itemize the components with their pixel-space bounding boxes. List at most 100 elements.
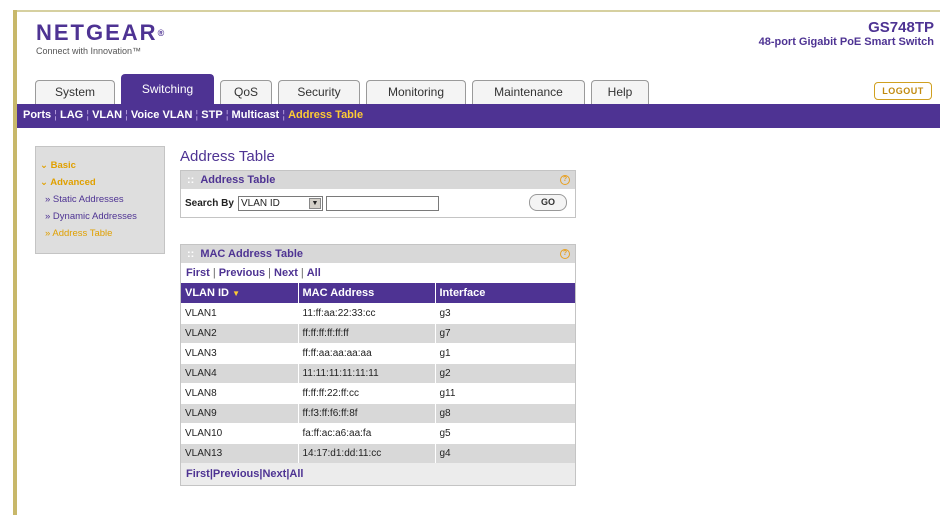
cell-interface: g11 — [434, 382, 575, 403]
go-button[interactable]: GO — [529, 194, 567, 211]
pager-previous[interactable]: Previous — [213, 468, 259, 480]
cell-interface: g1 — [434, 342, 575, 363]
subnav-separator: ¦ — [282, 109, 286, 121]
tab-qos[interactable]: QoS — [220, 80, 272, 104]
column-header-mac-address[interactable]: MAC Address — [297, 283, 435, 303]
chevron-down-icon: ⌄ — [40, 160, 51, 171]
search-row: Search By VLAN ID ▼ GO — [181, 189, 575, 217]
netgear-logo: NETGEAR® Connect with Innovation™ — [36, 21, 167, 57]
top-pager: First | Previous | Next | All — [186, 267, 321, 279]
pager-previous[interactable]: Previous — [219, 267, 265, 279]
subnav-separator: ¦ — [54, 109, 57, 121]
table-row: VLAN2 ff:ff:ff:ff:ff:ff g7 — [181, 322, 575, 343]
sub-navigation-bar: Ports ¦ LAG ¦ VLAN ¦ Voice VLAN ¦ STP ¦ Multicast ¦… — [17, 104, 940, 128]
top-divider — [17, 10, 940, 12]
pager-all[interactable]: All — [307, 267, 321, 279]
mac-panel-title: MAC Address Table — [200, 248, 304, 260]
cell-interface: g2 — [434, 362, 575, 383]
column-header-vlan-id[interactable]: VLAN ID ▼ — [181, 283, 298, 303]
cell-mac-address: ff:ff:ff:ff:ff:ff — [297, 322, 435, 343]
subnav-multicast[interactable]: Multicast — [232, 109, 280, 121]
tab-switching[interactable]: Switching — [121, 74, 214, 104]
table-body: VLAN1 11:ff:aa:22:33:cc g3 VLAN2 ff:ff:ff:ff… — [181, 302, 575, 463]
sidebar-basic[interactable]: ⌄ Basic — [40, 160, 160, 171]
model-name: GS748TP — [868, 19, 934, 36]
sort-down-icon: ▼ — [232, 288, 240, 298]
pager-first[interactable]: First — [186, 267, 210, 279]
cell-vlan-id: VLAN9 — [181, 402, 298, 423]
subnav-ports[interactable]: Ports — [23, 109, 51, 121]
subnav-vlan[interactable]: VLAN — [92, 109, 122, 121]
cell-mac-address: ff:f3:ff:f6:ff:8f — [297, 402, 435, 423]
table-row: VLAN4 11:11:11:11:11:11 g2 — [181, 362, 575, 383]
search-panel: :: Address Table ? Search By VLAN ID ▼ GO — [180, 170, 576, 218]
help-icon[interactable]: ? — [560, 175, 570, 185]
pager-all[interactable]: All — [289, 468, 303, 480]
subnav-lag[interactable]: LAG — [60, 109, 83, 121]
pager-next[interactable]: Next — [274, 267, 298, 279]
sidebar-item-static-addresses[interactable]: » Static Addresses — [45, 194, 160, 205]
search-input[interactable] — [326, 196, 439, 211]
model-description: 48-port Gigabit PoE Smart Switch — [758, 36, 934, 48]
cell-mac-address: fa:ff:ac:a6:aa:fa — [297, 422, 435, 443]
chevron-down-icon: ⌄ — [40, 177, 51, 188]
cell-interface: g3 — [434, 302, 575, 323]
help-icon[interactable]: ? — [560, 249, 570, 259]
cell-vlan-id: VLAN1 — [181, 302, 298, 323]
mac-panel-header: :: MAC Address Table ? — [181, 245, 575, 263]
sidebar-item-dynamic-addresses[interactable]: » Dynamic Addresses — [45, 211, 160, 222]
sidebar: ⌄ Basic ⌄ Advanced » Static Addresses » … — [35, 146, 165, 254]
table-row: VLAN1 11:ff:aa:22:33:cc g3 — [181, 302, 575, 323]
logo-registered-mark: ® — [157, 28, 167, 38]
cell-vlan-id: VLAN13 — [181, 442, 298, 463]
table-row: VLAN8 ff:ff:ff:22:ff:cc g11 — [181, 382, 575, 403]
search-by-value: VLAN ID — [241, 198, 280, 209]
cell-mac-address: 14:17:d1:dd:11:cc — [297, 442, 435, 463]
subnav-links: Ports ¦ LAG ¦ VLAN ¦ Voice VLAN ¦ STP ¦ Multicast ¦… — [23, 109, 363, 121]
mac-address-panel: :: MAC Address Table ? First | Previous | Nex… — [180, 244, 576, 486]
tab-maintenance[interactable]: Maintenance — [472, 80, 585, 104]
search-by-select[interactable]: VLAN ID ▼ — [238, 196, 323, 211]
tab-monitoring[interactable]: Monitoring — [366, 80, 466, 104]
tab-security[interactable]: Security — [278, 80, 360, 104]
column-header-interface[interactable]: Interface — [434, 283, 575, 303]
cell-mac-address: 11:11:11:11:11:11 — [297, 362, 435, 383]
logout-button[interactable]: LOGOUT — [874, 82, 932, 100]
cell-interface: g8 — [434, 402, 575, 423]
cell-vlan-id: VLAN2 — [181, 322, 298, 343]
sidebar-advanced[interactable]: ⌄ Advanced — [40, 177, 160, 188]
logo-tagline: Connect with Innovation™ — [36, 46, 142, 56]
bottom-pager: First|Previous|Next|All — [181, 463, 575, 485]
cell-vlan-id: VLAN8 — [181, 382, 298, 403]
page-title: Address Table — [180, 148, 275, 165]
cell-interface: g5 — [434, 422, 575, 443]
tab-system[interactable]: System — [35, 80, 115, 104]
cell-vlan-id: VLAN10 — [181, 422, 298, 443]
cell-mac-address: 11:ff:aa:22:33:cc — [297, 302, 435, 323]
table-row: VLAN9 ff:f3:ff:f6:ff:8f g8 — [181, 402, 575, 423]
subnav-separator: ¦ — [225, 109, 229, 121]
tab-help[interactable]: Help — [591, 80, 649, 104]
cell-vlan-id: VLAN4 — [181, 362, 298, 383]
subnav-voice-vlan[interactable]: Voice VLAN — [131, 109, 193, 121]
table-row: VLAN13 14:17:d1:dd:11:cc g4 — [181, 442, 575, 463]
subnav-address-table[interactable]: Address Table — [288, 109, 363, 121]
subnav-separator: ¦ — [86, 109, 90, 121]
cell-vlan-id: VLAN3 — [181, 342, 298, 363]
page: NETGEAR® Connect with Innovation™ GS748T… — [13, 10, 940, 515]
cell-mac-address: ff:ff:aa:aa:aa:aa — [297, 342, 435, 363]
model-info: GS748TP 48-port Gigabit PoE Smart Switch — [759, 19, 934, 48]
search-panel-header: :: Address Table ? — [181, 171, 575, 189]
pager-first[interactable]: First — [186, 468, 210, 480]
cell-interface: g7 — [434, 322, 575, 343]
cell-mac-address: ff:ff:ff:22:ff:cc — [297, 382, 435, 403]
pager-next[interactable]: Next — [262, 468, 286, 480]
table-row: VLAN3 ff:ff:aa:aa:aa:aa g1 — [181, 342, 575, 363]
table-row: VLAN10 fa:ff:ac:a6:aa:fa g5 — [181, 422, 575, 443]
header-dots-icon: :: — [187, 248, 195, 260]
dropdown-arrow-icon: ▼ — [309, 198, 321, 209]
sidebar-item-address-table[interactable]: » Address Table — [45, 228, 160, 239]
subnav-stp[interactable]: STP — [201, 109, 222, 121]
search-panel-title: Address Table — [200, 174, 276, 186]
header-dots-icon: :: — [187, 174, 195, 186]
